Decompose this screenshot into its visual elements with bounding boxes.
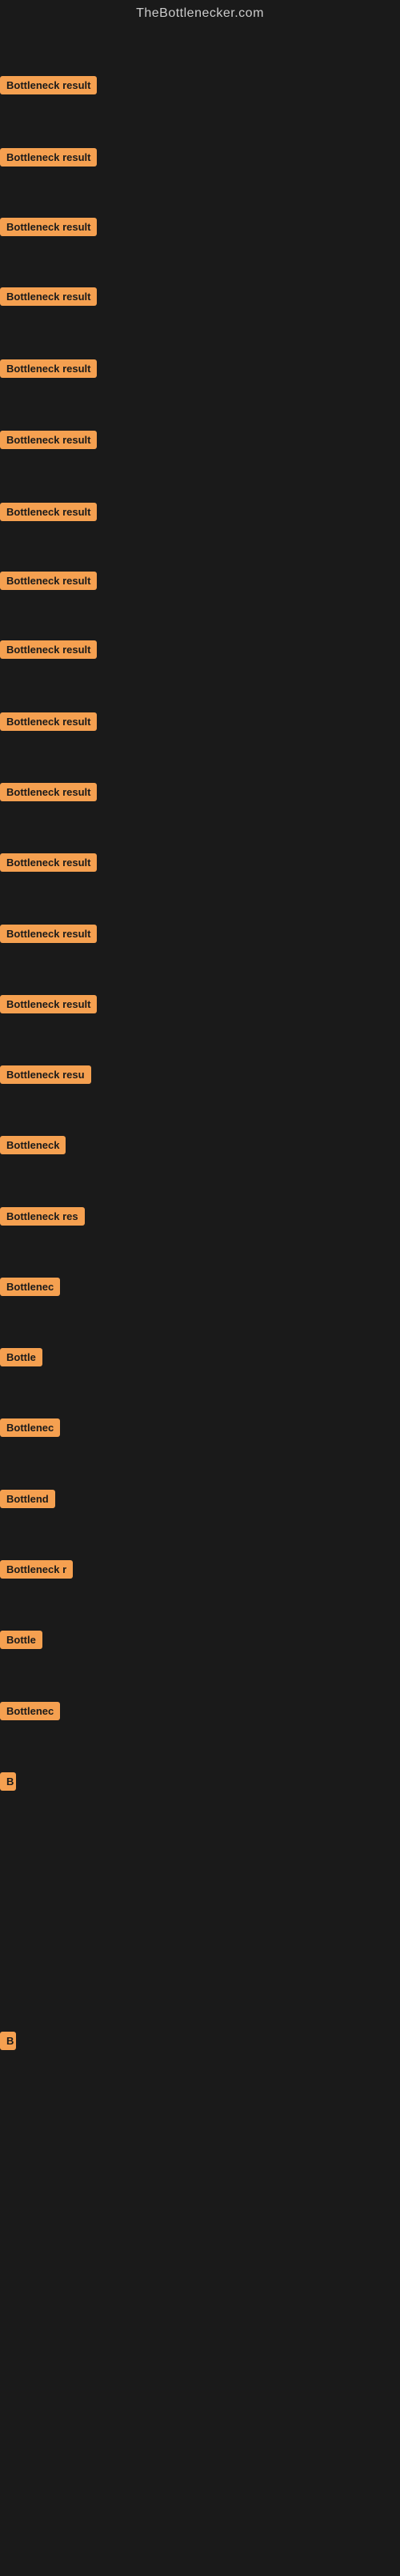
bottleneck-badge[interactable]: Bottlenec bbox=[0, 1278, 60, 1296]
bottleneck-result-item[interactable]: Bottle bbox=[0, 1631, 42, 1653]
bottleneck-badge[interactable]: Bottleneck result bbox=[0, 431, 97, 449]
site-title: TheBottlenecker.com bbox=[0, 0, 400, 30]
bottleneck-result-item[interactable]: Bottleneck resu bbox=[0, 1065, 91, 1088]
bottleneck-badge[interactable]: Bottle bbox=[0, 1631, 42, 1649]
bottleneck-result-item[interactable]: Bottleneck result bbox=[0, 287, 97, 310]
bottleneck-badge[interactable]: Bottleneck bbox=[0, 1136, 66, 1154]
bottleneck-result-item[interactable]: Bottle bbox=[0, 1348, 42, 1370]
bottleneck-badge[interactable]: Bottlenec bbox=[0, 1702, 60, 1720]
bottleneck-badge[interactable]: Bottleneck result bbox=[0, 995, 97, 1013]
bottleneck-result-item[interactable]: Bottleneck result bbox=[0, 503, 97, 525]
bottleneck-result-item[interactable]: Bottleneck result bbox=[0, 218, 97, 240]
bottleneck-result-item[interactable]: B bbox=[0, 2032, 16, 2054]
bottleneck-badge[interactable]: Bottleneck result bbox=[0, 287, 97, 306]
bottleneck-result-item[interactable]: Bottleneck result bbox=[0, 783, 97, 805]
bottleneck-result-item[interactable]: B bbox=[0, 1772, 16, 1795]
bottleneck-badge[interactable]: Bottleneck result bbox=[0, 503, 97, 521]
bottleneck-result-item[interactable]: Bottleneck res bbox=[0, 1207, 85, 1230]
bottleneck-result-item[interactable]: Bottleneck result bbox=[0, 925, 97, 947]
bottleneck-badge[interactable]: Bottleneck result bbox=[0, 640, 97, 659]
bottleneck-badge[interactable]: Bottleneck result bbox=[0, 783, 97, 801]
bottleneck-result-item[interactable]: Bottlenec bbox=[0, 1702, 60, 1724]
bottleneck-result-item[interactable]: Bottleneck result bbox=[0, 853, 97, 876]
bottleneck-badge[interactable]: Bottlend bbox=[0, 1490, 55, 1508]
bottleneck-badge[interactable]: Bottleneck r bbox=[0, 1560, 73, 1579]
bottleneck-result-item[interactable]: Bottleneck result bbox=[0, 431, 97, 453]
bottleneck-result-item[interactable]: Bottlenec bbox=[0, 1418, 60, 1441]
bottleneck-result-item[interactable]: Bottleneck r bbox=[0, 1560, 73, 1583]
bottleneck-badge[interactable]: Bottlenec bbox=[0, 1418, 60, 1437]
bottleneck-badge[interactable]: Bottleneck result bbox=[0, 925, 97, 943]
bottleneck-result-item[interactable]: Bottleneck result bbox=[0, 76, 97, 98]
bottleneck-badge[interactable]: Bottleneck result bbox=[0, 148, 97, 167]
bottleneck-badge[interactable]: Bottleneck result bbox=[0, 572, 97, 590]
bottleneck-result-item[interactable]: Bottleneck result bbox=[0, 148, 97, 171]
bottleneck-result-item[interactable]: Bottleneck result bbox=[0, 359, 97, 382]
bottleneck-result-item[interactable]: Bottlenec bbox=[0, 1278, 60, 1300]
bottleneck-result-item[interactable]: Bottleneck result bbox=[0, 995, 97, 1017]
bottleneck-result-item[interactable]: Bottleneck result bbox=[0, 640, 97, 663]
bottleneck-result-item[interactable]: Bottleneck result bbox=[0, 572, 97, 594]
bottleneck-badge[interactable]: B bbox=[0, 2032, 16, 2050]
bottleneck-badge[interactable]: B bbox=[0, 1772, 16, 1791]
bottleneck-badge[interactable]: Bottleneck result bbox=[0, 218, 97, 236]
bottleneck-badge[interactable]: Bottleneck resu bbox=[0, 1065, 91, 1084]
bottleneck-badge[interactable]: Bottleneck res bbox=[0, 1207, 85, 1226]
bottleneck-result-item[interactable]: Bottlend bbox=[0, 1490, 55, 1512]
bottleneck-badge[interactable]: Bottleneck result bbox=[0, 712, 97, 731]
bottleneck-badge[interactable]: Bottleneck result bbox=[0, 853, 97, 872]
bottleneck-badge[interactable]: Bottleneck result bbox=[0, 76, 97, 94]
bottleneck-badge[interactable]: Bottle bbox=[0, 1348, 42, 1366]
bottleneck-badge[interactable]: Bottleneck result bbox=[0, 359, 97, 378]
bottleneck-result-item[interactable]: Bottleneck bbox=[0, 1136, 66, 1158]
bottleneck-result-item[interactable]: Bottleneck result bbox=[0, 712, 97, 735]
